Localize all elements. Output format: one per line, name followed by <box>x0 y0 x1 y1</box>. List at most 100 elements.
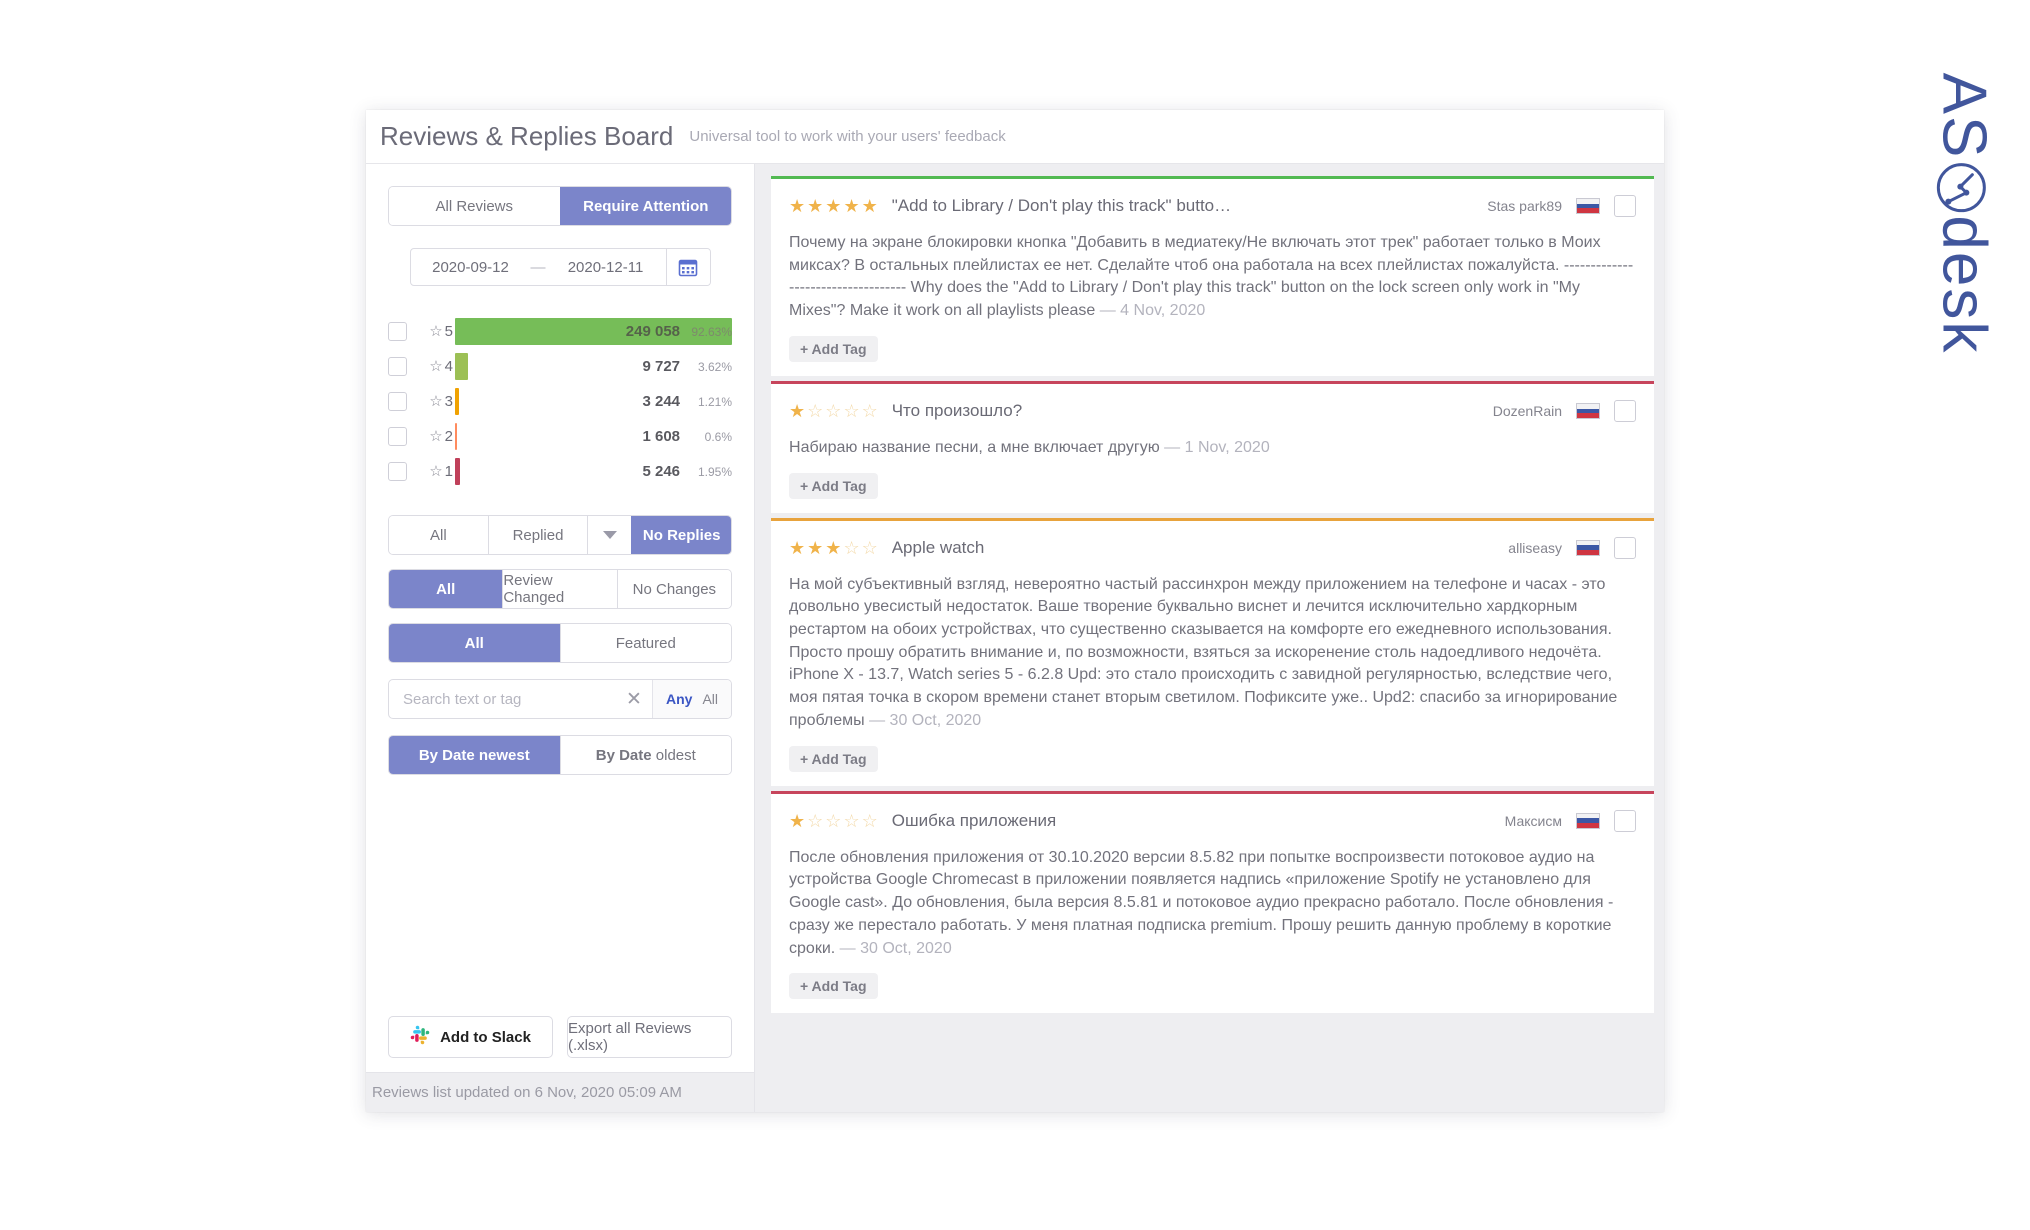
rating-percent-5: 92.63% <box>691 324 733 339</box>
date-range-row: 2020-09-12 — 2020-12-11 <box>388 248 732 286</box>
review-select-checkbox[interactable] <box>1614 195 1636 217</box>
rating-value-1: 1 <box>444 463 453 480</box>
review-select-checkbox[interactable] <box>1614 809 1636 832</box>
sort-newest-rest: newest <box>478 746 530 764</box>
rating-checkbox-3[interactable] <box>388 392 407 411</box>
review-title[interactable]: Apple watch <box>892 538 1495 558</box>
review-title[interactable]: Ошибка приложения <box>892 811 1491 831</box>
rating-bar-track-3: 3 244 1.21% <box>455 384 732 419</box>
add-to-slack-label: Add to Slack <box>440 1028 531 1046</box>
review-title[interactable]: Что произошло? <box>892 401 1479 421</box>
add-tag-button[interactable]: + Add Tag <box>789 335 878 362</box>
filter-no-changes[interactable]: No Changes <box>616 570 732 608</box>
rating-checkbox-5[interactable] <box>388 322 407 341</box>
review-title[interactable]: "Add to Library / Don't play this track"… <box>892 196 1474 216</box>
window-header: Reviews & Replies Board Universal tool t… <box>366 110 1664 164</box>
reviews-updated-status: Reviews list updated on 6 Nov, 2020 05:0… <box>366 1072 755 1112</box>
rating-checkbox-2[interactable] <box>388 427 407 446</box>
review-date: — 4 Nov, 2020 <box>1099 302 1206 320</box>
review-text: Почему на экране блокировки кнопка "Доба… <box>789 234 1634 320</box>
add-to-slack-button[interactable]: Add to Slack <box>388 1016 554 1058</box>
star-empty-icon: ☆ <box>807 400 824 421</box>
rating-label-5: ☆ 5 <box>407 323 455 340</box>
review-date: — 30 Oct, 2020 <box>869 711 982 729</box>
reviews-list[interactable]: ★ ★ ★ ★ ★ "Add to Library / Don't play t… <box>755 164 1664 1112</box>
calendar-icon[interactable] <box>665 249 710 285</box>
review-date: — 1 Nov, 2020 <box>1164 438 1270 456</box>
star-empty-icon: ☆ <box>843 537 860 558</box>
filter-no-replies[interactable]: No Replies <box>631 516 732 554</box>
review-body: На мой субъективный взгляд, невероятно ч… <box>789 574 1636 733</box>
rating-percent-4: 3.62% <box>697 359 733 374</box>
search-input[interactable] <box>389 680 616 718</box>
ru-flag-icon <box>1576 198 1600 214</box>
add-tag-button[interactable]: + Add Tag <box>789 472 878 499</box>
star-filled-icon: ★ <box>843 196 860 216</box>
star-empty-icon: ☆ <box>825 400 842 421</box>
review-change-filter: All Review Changed No Changes <box>388 569 733 609</box>
add-tag-button[interactable]: + Add Tag <box>789 973 878 1000</box>
tab-require-attention[interactable]: Require Attention <box>559 187 732 225</box>
review-select-checkbox[interactable] <box>1614 399 1636 422</box>
reviews-scope-tabs: All Reviews Require Attention <box>388 186 733 226</box>
rating-label-1: ☆ 1 <box>407 463 455 480</box>
sort-order-tabs: By Date newest By Date oldest <box>388 735 733 775</box>
filter-review-changed[interactable]: Review Changed <box>502 570 617 608</box>
star-filled-icon: ★ <box>789 400 806 421</box>
asodesk-logo-text: AS desk <box>1929 72 1999 355</box>
review-card: ★ ☆ ☆ ☆ ☆ Ошибка приложения Максисм Посл… <box>771 790 1654 1014</box>
rating-stars: ★ ★ ★ ☆ ☆ <box>789 539 878 557</box>
rating-bar-4 <box>455 353 468 380</box>
star-outline-icon: ☆ <box>429 358 443 375</box>
rating-bar-1 <box>455 458 460 485</box>
star-filled-icon: ★ <box>825 537 842 558</box>
review-card-header: ★ ☆ ☆ ☆ ☆ Ошибка приложения Максисм <box>789 806 1636 836</box>
chevron-down-icon[interactable] <box>587 516 632 554</box>
rating-checkbox-4[interactable] <box>388 357 407 376</box>
review-author: Максисм <box>1504 812 1562 829</box>
filter-featured[interactable]: Featured <box>559 624 732 662</box>
filter-replied[interactable]: Replied <box>487 516 588 554</box>
rating-row-1: ☆ 1 5 246 1.95% <box>388 454 732 489</box>
search-mode-all[interactable]: All <box>702 691 718 707</box>
rating-count-3: 3 244 <box>642 393 681 410</box>
review-card-header: ★ ★ ★ ★ ★ "Add to Library / Don't play t… <box>789 191 1636 221</box>
search-match-mode: Any All <box>652 680 732 718</box>
star-empty-icon: ☆ <box>825 810 842 831</box>
sidebar-action-row: Add to Slack Export all Reviews (.xlsx) <box>388 1016 733 1058</box>
filter-featured-all[interactable]: All <box>389 624 560 662</box>
add-tag-button[interactable]: + Add Tag <box>789 745 878 772</box>
star-filled-icon: ★ <box>789 196 806 216</box>
rating-bar-track-2: 1 608 0.6% <box>455 419 732 454</box>
star-empty-icon: ☆ <box>843 400 860 421</box>
filter-replies-all[interactable]: All <box>389 516 488 554</box>
star-outline-icon: ☆ <box>429 393 443 410</box>
export-reviews-button[interactable]: Export all Reviews (.xlsx) <box>567 1016 733 1058</box>
screen-root: AS desk Reviews & Replies Board Universal… <box>0 0 2030 1230</box>
review-select-checkbox[interactable] <box>1614 536 1636 559</box>
date-range-picker[interactable]: 2020-09-12 — 2020-12-11 <box>409 248 711 286</box>
search-mode-any[interactable]: Any <box>666 691 692 707</box>
ru-flag-icon <box>1576 812 1600 829</box>
star-filled-icon: ★ <box>807 196 824 216</box>
rating-row-2: ☆ 2 1 608 0.6% <box>388 419 732 454</box>
date-to-field[interactable]: 2020-12-11 <box>546 249 666 285</box>
filter-changes-all[interactable]: All <box>389 570 503 608</box>
review-card: ★ ★ ★ ★ ★ "Add to Library / Don't play t… <box>771 176 1654 376</box>
filters-sidebar: All Reviews Require Attention 2020-09-12… <box>366 164 756 1112</box>
date-from-field[interactable]: 2020-09-12 <box>411 249 531 285</box>
search-row: ✕ Any All <box>388 679 733 719</box>
ru-flag-icon <box>1576 402 1600 419</box>
rating-checkbox-1[interactable] <box>388 462 407 481</box>
sort-by-date-oldest[interactable]: By Date oldest <box>559 736 732 774</box>
rating-bar-3 <box>455 388 460 415</box>
review-author: Stas park89 <box>1487 198 1562 214</box>
review-body: После обновления приложения от 30.10.202… <box>789 847 1636 961</box>
sidebar-actions: Add to Slack Export all Reviews (.xlsx) <box>366 1016 754 1072</box>
review-author: DozenRain <box>1492 402 1562 419</box>
close-icon[interactable]: ✕ <box>616 680 652 718</box>
sort-by-date-newest[interactable]: By Date newest <box>389 736 560 774</box>
review-body: Набираю название песни, а мне включает д… <box>789 437 1636 460</box>
tab-all-reviews[interactable]: All Reviews <box>389 187 560 225</box>
featured-filter: All Featured <box>388 623 733 663</box>
